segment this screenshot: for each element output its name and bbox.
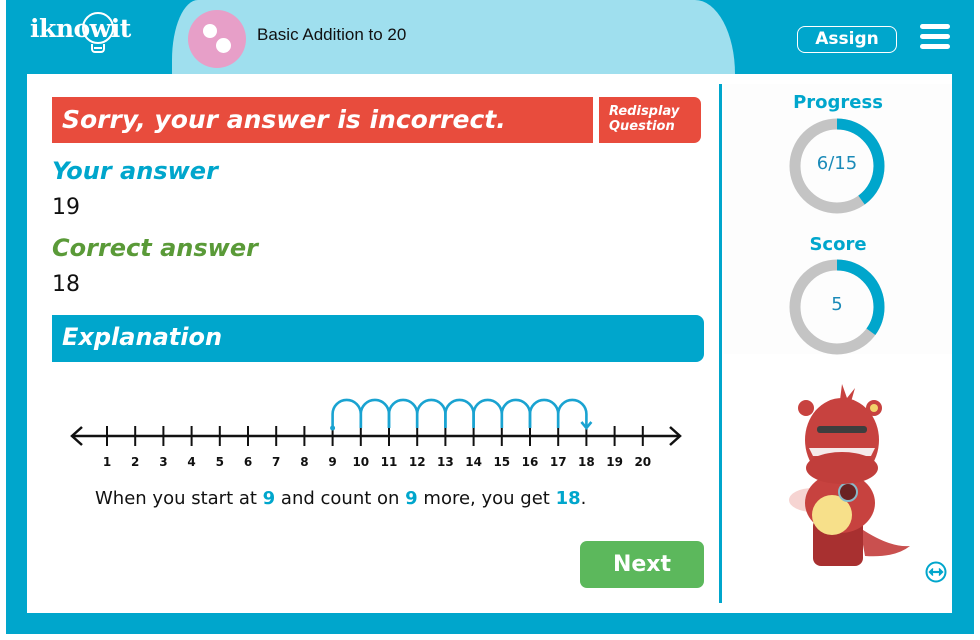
- number-line-jump-start: [330, 425, 336, 431]
- correct-answer-value: 18: [52, 272, 80, 297]
- number-line-jump-arc: [444, 398, 475, 428]
- number-line-jump-arc: [472, 398, 504, 428]
- number-line-jump-arc: [331, 398, 363, 428]
- explanation-part: .: [580, 488, 587, 509]
- expand-icon-arrow-left: [928, 567, 934, 577]
- topic-icon-dot: [203, 24, 217, 38]
- number-line: 1 2 3 4 5 6 7 8 9 10 11 12 13 14 15 16 17 18 19 20: [70, 398, 682, 469]
- lightbulb-icon: [82, 12, 114, 44]
- explanation-result-number: 18: [555, 488, 581, 509]
- score-value: 5: [831, 294, 843, 315]
- number-line-label: 16: [522, 455, 539, 469]
- header: iknowit Basic Addition to 20 Assign: [0, 0, 980, 74]
- vertical-divider: [719, 84, 722, 603]
- menu-bar: [920, 24, 950, 29]
- number-line-jump-arc: [528, 398, 560, 428]
- redisplay-question-button[interactable]: Redisplay Question: [599, 97, 701, 143]
- number-line-label: 7: [272, 455, 280, 469]
- correct-answer-label: Correct answer: [52, 234, 258, 262]
- explanation-part: When you start at: [95, 488, 263, 509]
- number-line-label: 12: [409, 455, 426, 469]
- number-line-jump-arc: [415, 398, 447, 428]
- number-line-label: 14: [465, 455, 482, 469]
- number-line-jump-arc: [500, 398, 532, 428]
- mascot-horn: [840, 384, 855, 402]
- expand-horizontal-icon[interactable]: [925, 561, 947, 583]
- number-line-label: 10: [352, 455, 369, 469]
- number-line-label: 17: [550, 455, 567, 469]
- number-line-label: 15: [493, 455, 510, 469]
- lightbulb-base-icon: [91, 44, 105, 53]
- assign-button[interactable]: Assign: [797, 26, 897, 53]
- expand-icon-arrow-right: [938, 567, 944, 577]
- incorrect-banner: Sorry, your answer is incorrect.: [52, 97, 593, 143]
- your-answer-label: Your answer: [52, 157, 218, 185]
- progress-value: 6/15: [816, 153, 858, 174]
- mascot-ear-inner: [870, 404, 878, 412]
- mascot-eyes: [817, 426, 867, 433]
- menu-bar: [920, 34, 950, 39]
- progress-label: Progress: [793, 92, 883, 113]
- mascot-medal: [838, 482, 858, 502]
- explanation-part: and count on: [275, 488, 406, 509]
- mascot-tail: [860, 528, 910, 557]
- explanation-part: more, you get: [417, 488, 556, 509]
- number-line-label: 1: [103, 455, 111, 469]
- logo[interactable]: iknowit: [30, 14, 131, 43]
- number-line-label: 2: [131, 455, 139, 469]
- number-line-jump-arc: [359, 398, 391, 428]
- number-line-label: 11: [381, 455, 398, 469]
- number-line-label: 13: [437, 455, 454, 469]
- explanation-text: When you start at 9 and count on 9 more,…: [95, 488, 586, 509]
- topic-title: Basic Addition to 20: [257, 25, 407, 44]
- explanation-count-number: 9: [405, 488, 418, 509]
- redisplay-line1: Redisplay: [609, 104, 680, 119]
- your-answer-value: 19: [52, 195, 80, 220]
- menu-bar: [920, 44, 950, 49]
- number-line-label: 3: [159, 455, 167, 469]
- explanation-header: Explanation: [52, 315, 704, 362]
- score-label: Score: [809, 234, 867, 255]
- number-line-label: 5: [216, 455, 224, 469]
- hamburger-menu-icon[interactable]: [920, 24, 950, 50]
- topic-icon-dot: [216, 38, 231, 53]
- next-button[interactable]: Next: [580, 541, 704, 588]
- number-line-jump-arc: [387, 398, 419, 428]
- number-line-label: 9: [328, 455, 336, 469]
- topic-icon: [188, 10, 246, 68]
- redisplay-line2: Question: [609, 119, 675, 134]
- number-line-label: 4: [187, 455, 195, 469]
- number-line-label: 8: [300, 455, 308, 469]
- number-line-label: 6: [244, 455, 252, 469]
- mascot-character: [789, 384, 910, 566]
- mascot-ear: [798, 400, 814, 416]
- number-line-label: 18: [578, 455, 595, 469]
- number-line-label: 19: [606, 455, 623, 469]
- explanation-start-number: 9: [262, 488, 276, 509]
- mascot-jaw: [806, 452, 878, 484]
- number-line-label: 20: [634, 455, 651, 469]
